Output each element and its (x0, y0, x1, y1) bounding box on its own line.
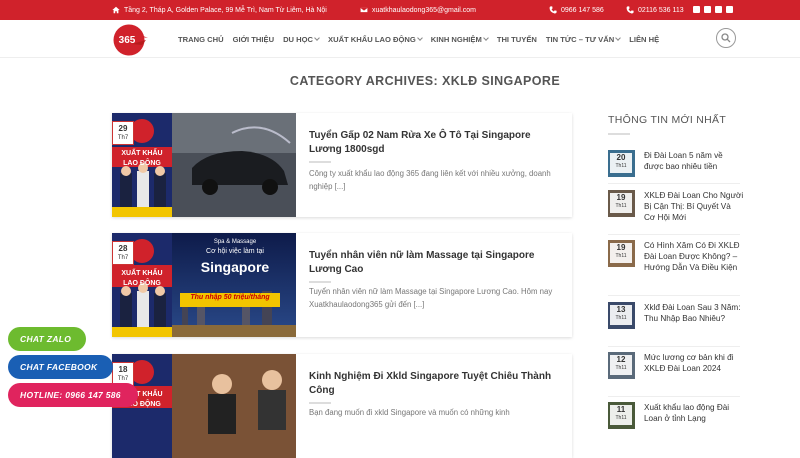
phone-icon (549, 6, 557, 14)
post-card[interactable]: XUẤT KHẨU LAO ĐỘNG Spa & Massage Cơ hội … (112, 233, 572, 337)
sidebar-thumbnail[interactable]: 12 Th11 (608, 352, 635, 379)
date-badge: 28 Th7 (112, 241, 134, 265)
date-badge: 29 Th7 (112, 121, 134, 145)
instagram-icon[interactable] (704, 6, 711, 13)
post-card[interactable]: XUẤT KHẨU LAO ĐỘNG 18 Th7 Kinh Nghiệm Đi … (112, 354, 572, 458)
divider (608, 396, 740, 397)
divider (608, 295, 740, 296)
logo-text: 365 (119, 35, 136, 46)
top-bar: Tầng 2, Tháp A, Golden Palace, 99 Mễ Trì… (0, 0, 800, 20)
header: 365 TRANG CHỦ GIỚI THIỆU DU HỌC XUẤT KHẨ… (0, 20, 800, 58)
email-item[interactable]: xuatkhaulaodong365@gmail.com (360, 0, 476, 20)
sidebar-post-title[interactable]: Đi Đài Loan 5 năm về được bao nhiêu tiền (644, 150, 744, 172)
sidebar-post-title[interactable]: Xklđ Đài Loan Sau 3 Năm: Thu Nhập Bao Nh… (644, 302, 744, 324)
twitter-icon[interactable] (715, 6, 722, 13)
page-title: CATEGORY ARCHIVES: XKLĐ SINGAPORE (289, 74, 561, 88)
chevron-down-icon (416, 35, 423, 41)
phone1-text[interactable]: 0966 147 586 (561, 7, 604, 14)
nav-about[interactable]: GIỚI THIỆU (233, 35, 275, 44)
site-logo[interactable]: 365 (112, 23, 150, 57)
post-thumbnail[interactable]: XUẤT KHẨU LAO ĐỘNG (112, 354, 296, 458)
hotline-button[interactable]: HOTLINE: 0966 147 586 (8, 383, 138, 407)
banner-salary: Thu nhập 50 triệu/tháng (190, 294, 270, 301)
email-icon[interactable] (726, 6, 733, 13)
sidebar-post-title[interactable]: XKLĐ Đài Loan Cho Người Bị Cận Thị: Bí Q… (644, 190, 744, 223)
address-item: Tầng 2, Tháp A, Golden Palace, 99 Mễ Trì… (112, 0, 327, 20)
sidebar-thumbnail[interactable]: 19 Th11 (608, 240, 635, 267)
nav-contact[interactable]: LIÊN HỆ (629, 35, 659, 44)
sidebar-thumbnail[interactable]: 13 Th11 (608, 302, 635, 329)
banner-subtitle: Spa & Massage (213, 239, 257, 245)
nav-study-abroad[interactable]: DU HỌC (283, 35, 320, 44)
divider (608, 133, 630, 135)
post-excerpt: Tuyển nhân viên nữ làm Massage tại Singa… (309, 287, 553, 309)
post-title[interactable]: Tuyển Gấp 02 Nam Rửa Xe Ô Tô Tại Singapo… (309, 129, 564, 157)
nav-experience[interactable]: KINH NGHIỆM (431, 35, 489, 44)
post-excerpt: Công ty xuất khẩu lao động 365 đang liên… (309, 169, 551, 191)
sidebar-thumbnail[interactable]: 19 Th11 (608, 190, 635, 217)
chevron-down-icon (314, 35, 320, 41)
sidebar-thumbnail[interactable]: 11 Th11 (608, 402, 635, 429)
divider (608, 234, 740, 235)
nav-home[interactable]: TRANG CHỦ (178, 35, 224, 44)
divider (309, 402, 331, 404)
envelope-icon (360, 7, 368, 13)
search-icon (721, 33, 731, 43)
post-title[interactable]: Kinh Nghiệm Đi Xkld Singapore Tuyệt Chiê… (309, 370, 564, 398)
chevron-down-icon (615, 35, 622, 41)
phone-icon (626, 6, 634, 14)
nav-labor-export[interactable]: XUẤT KHẨU LAO ĐỘNG (328, 35, 423, 44)
social-links (693, 6, 733, 13)
post-card[interactable]: XUẤT KHẨU LAO ĐỘNG 29 Th7 Tuyển Gấp 02 Na… (112, 113, 572, 217)
chat-zalo-button[interactable]: CHAT ZALO (8, 327, 86, 351)
divider (608, 346, 740, 347)
sidebar-post-title[interactable]: Có Hình Xăm Có Đi XKLĐ Đài Loan Được Khô… (644, 240, 744, 273)
nav-exams[interactable]: THI TUYỂN (497, 35, 537, 44)
facebook-icon[interactable] (693, 6, 700, 13)
divider (608, 183, 740, 184)
post-title[interactable]: Tuyển nhân viên nữ làm Massage tại Singa… (309, 249, 564, 277)
phone2-text[interactable]: 02116 536 113 (638, 7, 684, 14)
chevron-down-icon (482, 35, 489, 41)
search-button[interactable] (716, 28, 736, 48)
chat-facebook-button[interactable]: CHAT FACEBOOK (8, 355, 113, 379)
sidebar-post-title[interactable]: Mức lương cơ bản khi đi XKLĐ Đài Loan 20… (644, 352, 744, 374)
main-nav: TRANG CHỦ GIỚI THIỆU DU HỌC XUẤT KHẨU LA… (178, 20, 668, 58)
divider (309, 281, 331, 283)
email-text[interactable]: xuatkhaulaodong365@gmail.com (372, 7, 476, 14)
sidebar-post-title[interactable]: Xuất khẩu lao động Đài Loan ở tỉnh Lạng (644, 402, 744, 424)
post-thumbnail[interactable]: XUẤT KHẨU LAO ĐỘNG Spa & Massage Cơ hội … (112, 233, 296, 337)
thumb-label: XUẤT KHẨU LAO ĐỘNG (121, 150, 163, 167)
sidebar-title: THÔNG TIN MỚI NHẤT (608, 114, 727, 126)
banner-heading: Singapore (200, 259, 270, 275)
sidebar-thumbnail[interactable]: 20 Th11 (608, 150, 635, 177)
divider (309, 161, 331, 163)
phone1-item[interactable]: 0966 147 586 (549, 0, 604, 20)
nav-news[interactable]: TIN TỨC – TƯ VẤN (546, 35, 622, 44)
banner-tagline: Cơ hội việc làm tại (206, 248, 264, 255)
post-excerpt: Bạn đang muốn đi xkld Singapore và muốn … (309, 408, 510, 417)
home-icon (112, 6, 120, 14)
thumb-label: XUẤT KHẨU LAO ĐỘNG (121, 270, 163, 287)
phone2-item[interactable]: 02116 536 113 (626, 0, 684, 20)
address-text: Tầng 2, Tháp A, Golden Palace, 99 Mễ Trì… (124, 6, 327, 14)
post-thumbnail[interactable]: XUẤT KHẨU LAO ĐỘNG (112, 113, 296, 217)
